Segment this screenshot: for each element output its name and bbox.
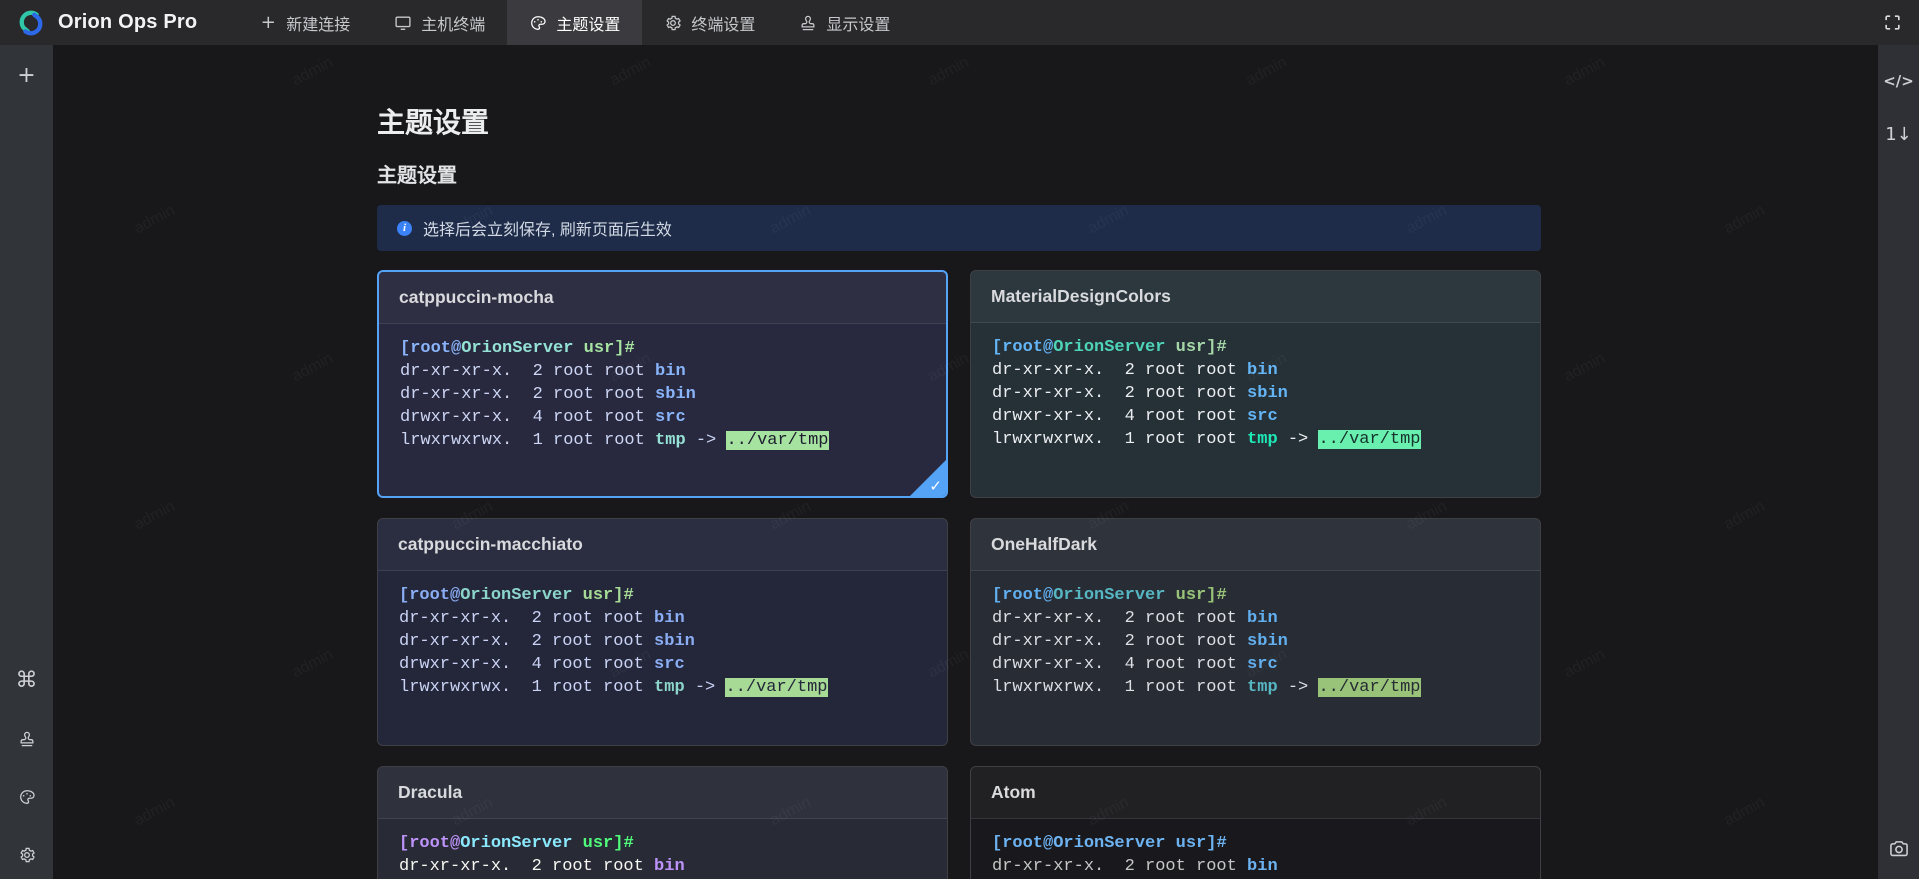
- app-logo-icon: [14, 8, 48, 38]
- theme-card-catppuccin-macchiato[interactable]: catppuccin-macchiato[root@OrionServer us…: [377, 518, 948, 746]
- sort-icon: 1↓: [1885, 126, 1912, 144]
- app-window: Orion Ops Pro +新建连接主机终端主题设置终端设置显示设置 + ⌘ …: [0, 0, 1919, 879]
- shortcuts-button[interactable]: ⌘: [11, 665, 43, 697]
- gear-icon: [18, 846, 36, 864]
- stamp-icon: [799, 14, 817, 32]
- theme-card-title: catppuccin-mocha: [379, 272, 946, 324]
- code-icon: </>: [1883, 74, 1914, 89]
- left-sidebar-bottom: ⌘: [11, 665, 43, 871]
- terminal-preview: [root@OrionServer usr]#dr-xr-xr-x. 2 roo…: [971, 819, 1540, 879]
- theme-card-title: OneHalfDark: [971, 519, 1540, 571]
- left-sidebar: + ⌘: [0, 45, 53, 879]
- monitor-icon: [394, 14, 412, 32]
- screenshot-button[interactable]: [1883, 833, 1915, 865]
- fullscreen-icon: [1883, 13, 1902, 32]
- right-sidebar-bottom: [1883, 833, 1915, 865]
- watermark-text: admin: [289, 350, 336, 386]
- notice-banner: i 选择后会立刻保存, 刷新页面后生效: [377, 205, 1541, 251]
- tab-host-terminal[interactable]: 主机终端: [372, 0, 507, 45]
- check-icon: ✓: [929, 477, 942, 495]
- terminal-preview: [root@OrionServer usr]#dr-xr-xr-x. 2 roo…: [971, 571, 1540, 745]
- tab-theme-settings[interactable]: 主题设置: [507, 0, 642, 45]
- watermark-text: admin: [1561, 54, 1608, 90]
- watermark-text: admin: [289, 54, 336, 90]
- left-sidebar-top: +: [11, 60, 43, 92]
- tab-label: 终端设置: [691, 11, 755, 35]
- plus-icon: +: [261, 14, 276, 32]
- right-sidebar-top: </> 1↓: [1883, 65, 1915, 151]
- plus-icon: +: [17, 65, 35, 87]
- tab-label: 新建连接: [286, 11, 350, 35]
- watermark-text: admin: [1561, 350, 1608, 386]
- content: 主题设置 主题设置 i 选择后会立刻保存, 刷新页面后生效 catppuccin…: [377, 45, 1541, 879]
- watermark-text: admin: [1561, 646, 1608, 682]
- gear-icon: [664, 14, 682, 32]
- tab-label: 显示设置: [826, 11, 890, 35]
- tab-display-settings[interactable]: 显示设置: [777, 0, 912, 45]
- theme-card-materialdesigncolors[interactable]: MaterialDesignColors[root@OrionServer us…: [970, 270, 1541, 498]
- stamp-icon: [18, 730, 36, 748]
- page-title: 主题设置: [377, 103, 1541, 143]
- tab-new-connection[interactable]: + 新建连接: [237, 0, 372, 45]
- theme-card-title: MaterialDesignColors: [971, 271, 1540, 323]
- terminal-preview: [root@OrionServer usr]#dr-xr-xr-x. 2 roo…: [971, 323, 1540, 497]
- command-icon: ⌘: [16, 670, 38, 692]
- camera-icon: [1888, 838, 1910, 860]
- brand: Orion Ops Pro: [0, 0, 211, 45]
- notice-text: 选择后会立刻保存, 刷新页面后生效: [423, 216, 672, 240]
- terminal-preview: [root@OrionServer usr]#dr-xr-xr-x. 2 roo…: [378, 819, 947, 879]
- palette-icon: [529, 14, 547, 32]
- right-sidebar: </> 1↓: [1878, 45, 1919, 879]
- terminal-settings-button[interactable]: [11, 839, 43, 871]
- new-tab-button[interactable]: +: [11, 60, 43, 92]
- theme-card-title: catppuccin-macchiato: [378, 519, 947, 571]
- terminal-preview: [root@OrionServer usr]#dr-xr-xr-x. 2 roo…: [379, 324, 946, 496]
- theme-card-title: Dracula: [378, 767, 947, 819]
- watermark-text: admin: [1721, 202, 1768, 238]
- main-area: 主题设置 主题设置 i 选择后会立刻保存, 刷新页面后生效 catppuccin…: [53, 45, 1878, 879]
- watermark-text: admin: [289, 646, 336, 682]
- theme-card-onehalfdark[interactable]: OneHalfDark[root@OrionServer usr]#dr-xr-…: [970, 518, 1541, 746]
- section-title: 主题设置: [377, 163, 1541, 189]
- theme-grid: catppuccin-mocha[root@OrionServer usr]#d…: [377, 270, 1541, 879]
- palette-icon: [18, 788, 36, 806]
- watermark-text: admin: [1721, 794, 1768, 830]
- watermark-text: admin: [131, 498, 178, 534]
- watermark-text: admin: [131, 202, 178, 238]
- theme-card-catppuccin-mocha[interactable]: catppuccin-mocha[root@OrionServer usr]#d…: [377, 270, 948, 498]
- watermark-text: admin: [131, 794, 178, 830]
- theme-card-dracula[interactable]: Dracula[root@OrionServer usr]#dr-xr-xr-x…: [377, 766, 948, 879]
- theme-card-title: Atom: [971, 767, 1540, 819]
- terminal-preview: [root@OrionServer usr]#dr-xr-xr-x. 2 roo…: [378, 571, 947, 745]
- theme-settings-button[interactable]: [11, 781, 43, 813]
- tab-terminal-settings[interactable]: 终端设置: [642, 0, 777, 45]
- app-title: Orion Ops Pro: [58, 11, 197, 34]
- topbar-tabs: + 新建连接 主机终端 主题设置 终端设置 显示设置: [237, 0, 912, 45]
- info-icon: i: [397, 221, 412, 236]
- topbar: Orion Ops Pro + 新建连接 主机终端 主题设置 终端设置 显示设置: [0, 0, 1919, 45]
- tab-label: 主题设置: [556, 11, 620, 35]
- theme-card-atom[interactable]: Atom[root@OrionServer usr]#dr-xr-xr-x. 2…: [970, 766, 1541, 879]
- sort-button[interactable]: 1↓: [1883, 119, 1915, 151]
- tab-label: 主机终端: [421, 11, 485, 35]
- watermark-text: admin: [1721, 498, 1768, 534]
- display-settings-button[interactable]: [11, 723, 43, 755]
- fullscreen-button[interactable]: [1883, 13, 1902, 32]
- code-snippets-button[interactable]: </>: [1883, 65, 1915, 97]
